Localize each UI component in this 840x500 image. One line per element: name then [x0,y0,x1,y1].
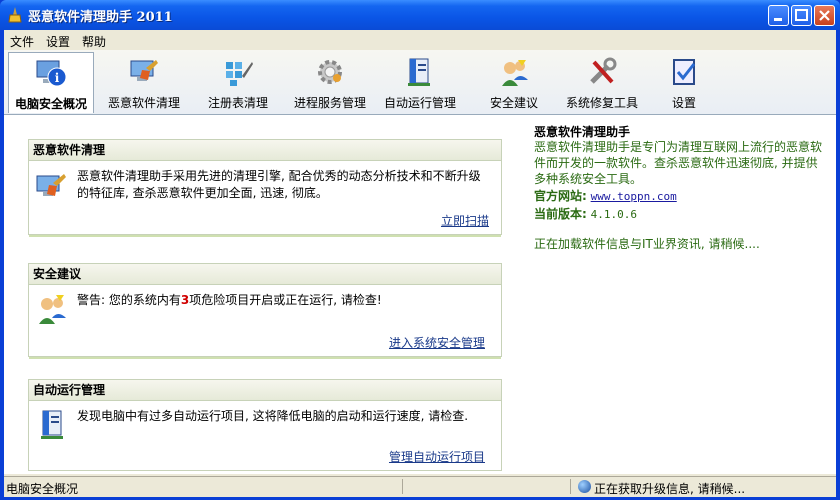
autorun-icon [41,410,63,439]
status-update-text: 正在获取升级信息, 请稍候... [594,482,746,496]
status-bar: 电脑安全概况 正在获取升级信息, 请稍候... [4,476,836,497]
menu-settings[interactable]: 设置 [46,33,70,50]
official-site-row: 官方网站: www.toppn.com [534,187,677,204]
version-value: 4.1.0.6 [590,208,637,221]
version-row: 当前版本: 4.1.0.6 [534,205,637,222]
info-description: 恶意软件清理助手是专门为清理互联网上流行的恶意软件而开发的一款软件。查杀恶意软件… [534,140,823,186]
cleaner-icon [130,60,158,81]
registry-icon [226,62,253,86]
overview-content: 恶意软件清理 恶意软件清理助手采用先进的清理引擎, 配合优秀的动态分析技术和不断… [4,115,836,474]
status-current-page: 电脑安全概况 [6,482,79,496]
tab-system-repair[interactable]: 系统修复工具 [562,52,642,112]
cleaner-icon [36,174,66,196]
app-window: 恶意软件清理助手 2011 文件 设置 帮助 i 电脑安全概况 恶意软件清理 注… [0,0,840,500]
panel-description: 恶意软件清理助手采用先进的清理引擎, 配合优秀的动态分析技术和不断升级的特征库,… [77,169,481,200]
tab-label: 系统修复工具 [565,96,638,110]
panel-title: 安全建议 [29,264,501,285]
panel-malware-clean: 恶意软件清理 恶意软件清理助手采用先进的清理引擎, 配合优秀的动态分析技术和不断… [28,139,502,237]
globe-icon [578,480,591,493]
menu-file[interactable]: 文件 [10,33,34,50]
users-icon [39,295,66,324]
maximize-icon [795,9,808,21]
title-bar[interactable]: 恶意软件清理助手 2011 [0,0,840,30]
broom-app-icon [8,7,22,23]
info-icon: i [36,60,67,87]
svg-text:i: i [55,71,60,85]
panel-title: 恶意软件清理 [29,140,501,161]
panel-shadow [29,357,501,359]
autorun-icon [408,58,430,86]
official-site-link[interactable]: www.toppn.com [591,190,677,203]
panel-title: 自动运行管理 [29,380,501,401]
window-title: 恶意软件清理助手 2011 [28,10,173,25]
security-manage-link[interactable]: 进入系统安全管理 [389,334,485,351]
tab-label: 注册表清理 [207,96,268,110]
gear-icon [318,60,342,84]
scan-now-link[interactable]: 立即扫描 [441,212,489,229]
settings-check-icon [673,59,696,85]
tab-security-advice[interactable]: 安全建议 [480,52,548,112]
panel-shadow [29,235,501,237]
info-heading: 恶意软件清理助手 [534,125,631,139]
tab-process-service[interactable]: 进程服务管理 [288,52,372,112]
users-icon [502,60,528,86]
menu-bar: 文件 设置 帮助 [4,30,836,50]
tab-label: 设置 [671,96,696,110]
maximize-button[interactable] [791,5,812,26]
loading-news-text: 正在加载软件信息与IT业界资讯, 请稍候.... [534,237,760,251]
tab-label: 电脑安全概况 [14,97,87,111]
client-area: 文件 设置 帮助 i 电脑安全概况 恶意软件清理 注册表清理 进程服务管理 自动… [4,30,836,497]
tab-autorun[interactable]: 自动运行管理 [380,52,460,112]
tab-malware-clean[interactable]: 恶意软件清理 [102,52,186,112]
tab-label: 恶意软件清理 [107,96,180,110]
minimize-button[interactable] [768,5,789,26]
panel-warning: 警告: 您的系统内有3项危险项目开启或正在运行, 请检查! [77,292,491,309]
status-separator [570,479,571,494]
menu-help[interactable]: 帮助 [82,33,106,50]
site-label: 官方网站: [534,189,587,203]
tools-icon [590,57,617,84]
tab-registry-clean[interactable]: 注册表清理 [200,52,276,112]
tab-security-overview[interactable]: i 电脑安全概况 [8,52,94,113]
danger-count: 3 [180,293,190,307]
autorun-manage-link[interactable]: 管理自动运行项目 [389,448,485,465]
warning-suffix: 项危险项目开启或正在运行, 请检查! [189,293,382,307]
version-label: 当前版本: [534,207,587,221]
panel-security-advice: 安全建议 警告: 您的系统内有3项危险项目开启或正在运行, 请检查! 进入系统安… [28,263,502,359]
tab-label: 自动运行管理 [383,96,456,110]
toolbar-tabs: i 电脑安全概况 恶意软件清理 注册表清理 进程服务管理 自动运行管理 安全建议… [4,50,836,115]
tab-label: 安全建议 [489,96,538,110]
warning-prefix: 警告: 您的系统内有 [77,293,181,307]
tab-label: 进程服务管理 [293,96,366,110]
tab-settings[interactable]: 设置 [656,52,712,112]
close-button[interactable] [814,5,835,26]
panel-autorun: 自动运行管理 发现电脑中有过多自动运行项目, 这将降低电脑的启动和运行速度, 请… [28,379,502,471]
status-separator [402,479,403,494]
panel-description: 发现电脑中有过多自动运行项目, 这将降低电脑的启动和运行速度, 请检查. [77,409,469,423]
close-icon [819,10,830,21]
minimize-icon [774,18,782,21]
